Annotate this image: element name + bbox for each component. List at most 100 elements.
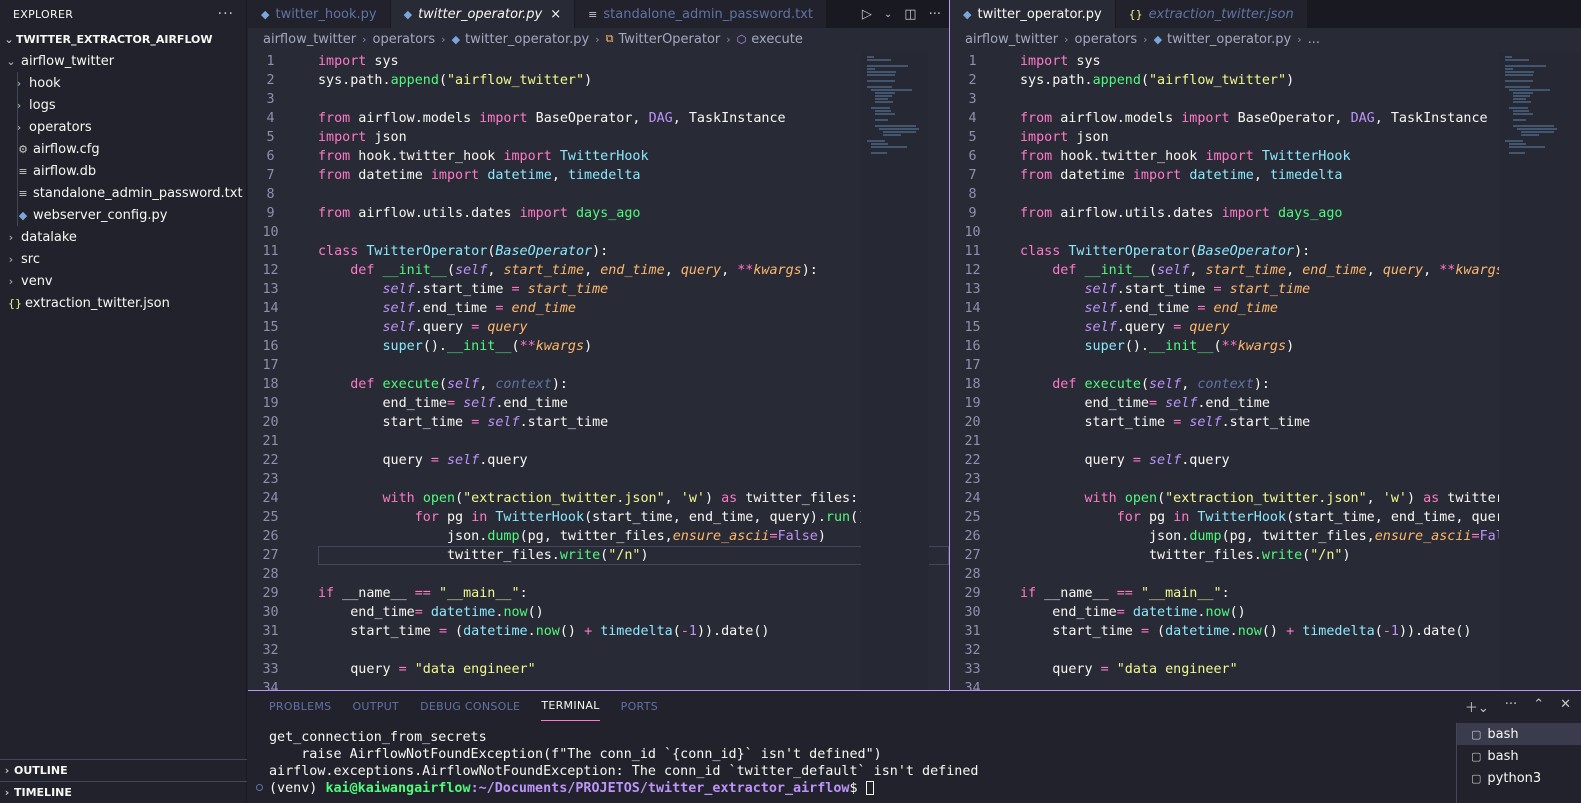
minimap-mark [1509,152,1526,154]
chevron-down-icon[interactable]: ⌄ [884,9,892,20]
tab-twitter-hook[interactable]: ◆ twitter_hook.py [248,0,391,28]
code-line: sys.path.append("airflow_twitter") [318,71,592,90]
code-token: now [503,605,528,620]
minimap-left[interactable] [861,52,929,690]
code-token: ** [1439,263,1456,278]
tab-problems[interactable]: PROBLEMS [269,691,331,721]
code-token: as [721,491,738,506]
line-number: 33 [262,662,279,677]
breadcrumb-item[interactable]: TwitterOperator [619,32,721,47]
ellipsis-icon[interactable]: ··· [218,6,234,22]
tab-twitter-operator[interactable]: ◆ twitter_operator.py [950,0,1116,28]
breadcrumb-item[interactable]: twitter_operator.py [1167,32,1291,47]
code-token: self [487,415,520,430]
code-token: import [1020,130,1069,145]
tree-item[interactable]: ≡ airflow.db [0,160,246,182]
tree-item[interactable]: › datalake [0,226,246,248]
tree-item[interactable]: › venv [0,270,246,292]
maximize-panel-icon[interactable]: ⌃ [1533,697,1544,716]
timeline-section[interactable]: › TIMELINE [0,781,247,803]
python-icon: ◆ [261,7,270,21]
line-number: 7 [968,168,977,183]
tab-ports[interactable]: PORTS [621,691,658,721]
line-number: 15 [262,320,279,335]
tree-item[interactable]: ◆ webserver_config.py [0,204,246,226]
code-token: days_ago [1278,206,1343,221]
code-line: import json [318,128,407,147]
code-line: def execute(self, context): [318,375,568,394]
breadcrumb-item[interactable]: ... [1308,32,1320,47]
ellipsis-icon[interactable]: ··· [929,7,941,22]
code-token: self [455,263,488,278]
breadcrumb-item[interactable]: execute [751,32,803,47]
tree-item[interactable]: ⌄ airflow_twitter [0,50,246,72]
close-icon[interactable]: × [550,7,561,22]
code-token: )).date() [696,624,770,639]
tab-output[interactable]: OUTPUT [352,691,399,721]
terminal-output[interactable]: get_connection_from_secrets raise Airflo… [269,729,978,797]
tab-label: twitter_hook.py [275,6,377,22]
code-token: self [463,396,496,411]
run-icon[interactable]: ▷ [862,7,872,22]
code-token: , [664,491,681,506]
code-token: timedelta [1302,624,1375,639]
code-token: BaseOperator, [527,111,649,126]
tree-item[interactable]: › logs [0,94,246,116]
terminal-item[interactable]: ▢ bash [1457,745,1581,767]
prompt-path: :~/Documents/PROJETOS/twitter_extractor_… [470,781,850,796]
outline-section[interactable]: › OUTLINE [0,759,247,781]
split-editor-icon[interactable]: ◫ [904,7,916,22]
minimap-mark [1513,98,1526,100]
code-token: query [318,453,431,468]
minimap-mark [867,71,896,73]
tree-item[interactable]: ⚙ airflow.cfg [0,138,246,160]
tab-debug-console[interactable]: DEBUG CONSOLE [420,691,520,721]
tab-terminal[interactable]: TERMINAL [541,691,600,721]
code-token: timedelta [600,624,673,639]
code-token: ** [519,339,536,354]
tab-standalone-admin-password[interactable]: ≡ standalone_admin_password.txt [575,0,827,28]
code-line: import sys [1020,52,1101,71]
breadcrumb-item[interactable]: airflow_twitter [965,32,1058,47]
minimap-mark [1513,110,1530,112]
breadcrumb-item[interactable]: airflow_twitter [263,32,356,47]
tab-extraction-twitter[interactable]: {} extraction_twitter.json [1115,0,1308,28]
breadcrumb-item[interactable]: twitter_operator.py [465,32,589,47]
code-token: sys [1068,54,1101,69]
panel-tabs: PROBLEMS OUTPUT DEBUG CONSOLE TERMINAL PORTS [248,691,1581,721]
tree-item-label: src [21,251,40,267]
code-token: self [382,320,415,335]
tree-item[interactable]: › src [0,248,246,270]
minimap-right[interactable] [1499,52,1581,690]
tree-item[interactable]: ≡ standalone_admin_password.txt [0,182,246,204]
terminal-item[interactable]: ▢ bash [1457,723,1581,745]
python-icon: ◆ [451,32,461,46]
chevron-right-icon: › [1297,32,1302,46]
minimap-mark [875,98,888,100]
workspace-root[interactable]: ⌄ TWITTER_EXTRACTOR_AIRFLOW [0,28,246,50]
code-token: 1 [688,624,697,639]
terminal-item[interactable]: ▢ python3 [1457,767,1581,789]
breadcrumb-item[interactable]: operators [372,32,435,47]
close-icon[interactable]: ✕ [1560,697,1571,716]
code-token: from [318,149,351,164]
breadcrumb-item[interactable]: operators [1074,32,1137,47]
ellipsis-icon[interactable]: ··· [1505,697,1517,716]
line-number: 32 [964,643,981,658]
code-token: "__main__" [1140,586,1222,601]
code-editor-right[interactable]: 1 import sys 2 sys.path.append("airflow_twi… [950,52,1581,690]
line-number: 9 [968,206,977,221]
tree-item[interactable]: › hook [0,72,246,94]
code-editor-left[interactable]: 1 import sys 2 sys.path.append("airflow_twi… [248,52,949,690]
tree-item[interactable]: {} extraction_twitter.json [0,292,246,314]
new-terminal-icon[interactable]: ＋⌄ [1465,697,1489,716]
code-token: + [1286,624,1295,639]
tree-item[interactable]: › operators [0,116,246,138]
tab-twitter-operator[interactable]: ◆ twitter_operator.py × [390,0,576,28]
